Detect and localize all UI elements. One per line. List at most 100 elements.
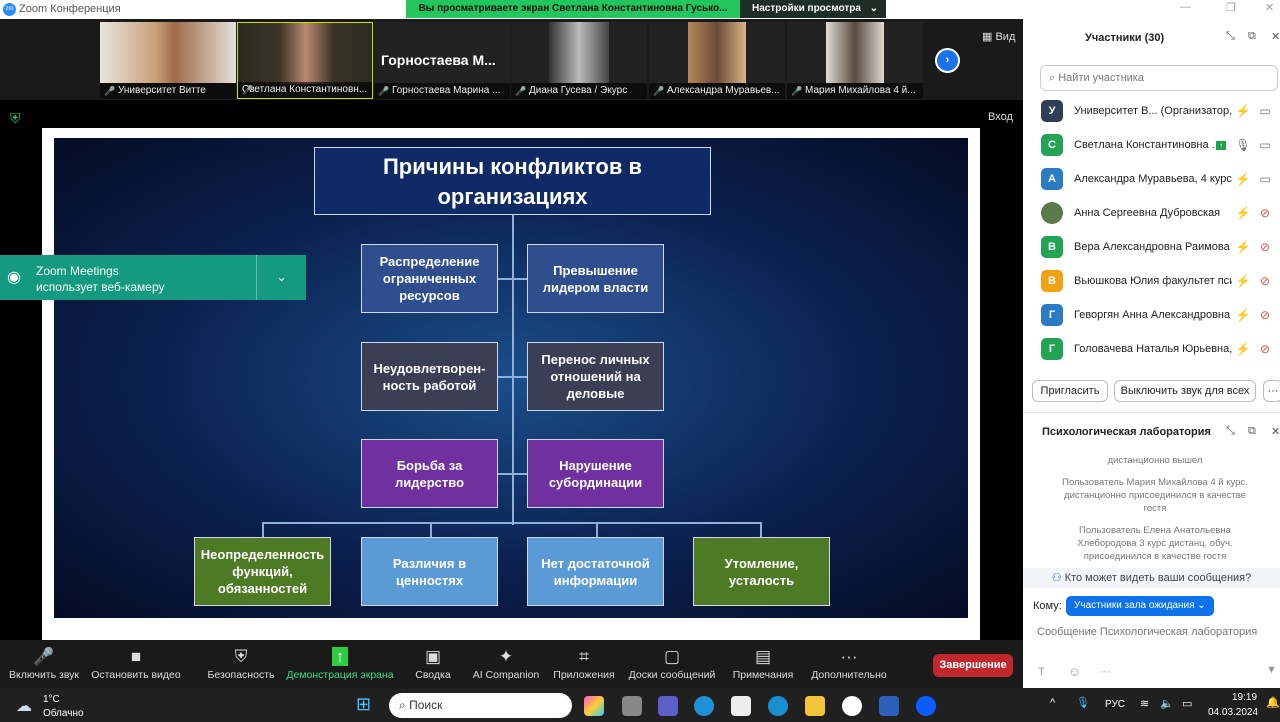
slide-title: Причины конфликтов в организациях — [314, 147, 711, 215]
cloud-icon: ☁ — [16, 698, 32, 715]
collapse-icon[interactable]: ⤡ — [1226, 30, 1235, 43]
view-settings-button[interactable]: Настройки просмотра ⌄ — [740, 0, 886, 18]
camera-icon[interactable]: ▭ — [1254, 138, 1276, 152]
maximize-button[interactable]: ❐ — [1226, 1, 1236, 14]
chat-input[interactable]: Сообщение Психологическая лаборатория — [1037, 626, 1272, 638]
notification-text: использует веб-камеру — [36, 280, 165, 294]
camera-off-icon[interactable]: ⊘ — [1254, 308, 1276, 322]
collapse-icon[interactable]: ⤡ — [1226, 425, 1235, 438]
participant-row[interactable]: С Светлана Константиновна ... ↑ 🎙 ▭ — [1041, 128, 1276, 162]
recipient-value: Участники зала ожидания — [1074, 600, 1195, 611]
volume-icon[interactable]: 🔈 — [1160, 697, 1174, 710]
participant-row[interactable]: Г Головачева Наталья Юрьевна, ... ⚡ ⊘ — [1041, 332, 1276, 366]
windows-start-icon[interactable]: ⊞ — [356, 694, 371, 715]
participant-row[interactable]: В Вера Александровна Раимова ... ⚡ ⊘ — [1041, 230, 1276, 264]
camera-icon[interactable]: ▭ — [1254, 172, 1276, 186]
clock-time[interactable]: 19:19 — [1232, 692, 1257, 703]
more-button[interactable]: ··· — [1263, 380, 1280, 402]
video-thumbnail[interactable]: Мария Михайлова 4 й... — [787, 22, 923, 99]
popout-icon[interactable]: ⧉ — [1248, 30, 1256, 43]
camera-off-icon[interactable]: ⊘ — [1254, 342, 1276, 356]
battery-icon[interactable]: ▭ — [1182, 697, 1192, 710]
copilot-icon[interactable] — [584, 696, 604, 716]
microphone-muted-icon[interactable]: ⚡ — [1232, 342, 1254, 356]
microphone-muted-icon[interactable]: ⚡ — [1232, 172, 1254, 186]
end-meeting-button[interactable]: Завершение — [933, 654, 1013, 677]
recipient-dropdown[interactable]: Участники зала ожидания ⌄ — [1066, 596, 1214, 616]
yandex-browser-icon[interactable] — [842, 696, 862, 716]
microphone-muted-icon[interactable]: ⚡ — [1232, 104, 1254, 118]
participant-name: Вера Александровна Раимова ... — [1074, 241, 1232, 253]
microphone-muted-icon[interactable]: ⚡ — [1232, 308, 1254, 322]
zoom-app-icon[interactable] — [916, 696, 936, 716]
camera-off-icon[interactable]: ⊘ — [1254, 240, 1276, 254]
help-icon[interactable] — [768, 696, 788, 716]
mute-all-button[interactable]: Выключить звук для всех — [1114, 380, 1256, 402]
camera-icon[interactable]: ▭ — [1254, 104, 1276, 118]
video-thumbnail[interactable]: Александра Муравьев... — [649, 22, 785, 99]
notification-title: Zoom Meetings — [36, 264, 119, 278]
chevron-up-icon[interactable]: ^ — [1050, 697, 1055, 709]
thumbnail-name: Университет Витте — [100, 83, 236, 99]
microphone-icon[interactable]: 🎙 — [1232, 138, 1254, 152]
clock-date[interactable]: 04.03.2024 — [1208, 707, 1258, 718]
format-icon[interactable]: T — [1038, 666, 1045, 678]
toolbar-button[interactable]: ··· Дополнительно — [794, 645, 904, 681]
close-icon[interactable]: ✕ — [1271, 30, 1280, 43]
emoji-icon[interactable]: ☺ — [1068, 664, 1081, 679]
minimize-button[interactable]: — — [1180, 1, 1191, 13]
video-thumbnail[interactable]: Горностаева М... Горностаева Марина ... — [374, 22, 510, 99]
language-indicator[interactable]: РУС — [1105, 699, 1125, 710]
camera-off-icon[interactable]: ⊘ — [1254, 274, 1276, 288]
microphone-muted-icon[interactable]: ⚡ — [1232, 274, 1254, 288]
teams-icon[interactable] — [658, 696, 678, 716]
file-explorer-icon[interactable] — [805, 696, 825, 716]
participant-row[interactable]: У Университет В... (Организатор, я) ⚡ ▭ — [1041, 94, 1276, 128]
chat-title: Психологическая лаборатория — [1042, 426, 1211, 438]
participant-search[interactable]: ⌕ Найти участника — [1040, 65, 1278, 91]
send-icon[interactable]: ▼ — [1266, 664, 1277, 676]
popout-icon[interactable]: ⧉ — [1248, 425, 1256, 438]
toolbar-button[interactable]: ⛨ Безопасность — [186, 645, 296, 681]
avatar: У — [1041, 100, 1063, 122]
toolbar-icon: ⛨ — [234, 647, 248, 666]
enter-button[interactable]: Вход — [988, 111, 1013, 123]
next-page-button[interactable]: › — [935, 48, 960, 73]
thumbnail-name: Светлана Константиновн... — [238, 82, 372, 98]
notification-bell-icon[interactable]: 🔔 — [1266, 696, 1280, 709]
participant-row[interactable]: А Александра Муравьева, 4 курс, ... ⚡ ▭ — [1041, 162, 1276, 196]
task-view-icon[interactable] — [622, 696, 642, 716]
participant-row[interactable]: Анна Сергеевна Дубровская ⚡ ⊘ — [1041, 196, 1276, 230]
store-icon[interactable] — [731, 696, 751, 716]
thumbnail-name: Мария Михайлова 4 й... — [787, 83, 923, 99]
slide-box: Нет достаточной информации — [527, 537, 664, 606]
edge-icon[interactable] — [694, 696, 714, 716]
screen-share-banner: Вы просматриваете экран Светлана Констан… — [406, 0, 740, 18]
video-thumbnail-active[interactable]: Светлана Константиновн... — [237, 22, 373, 99]
taskbar-search[interactable]: ⌕ Поиск — [389, 693, 572, 718]
invite-button[interactable]: Пригласить — [1032, 380, 1108, 402]
participant-row[interactable]: Г Геворгян Анна Александровна ⚡ ⊘ — [1041, 298, 1276, 332]
toolbar-button[interactable]: ■ Остановить видео — [81, 645, 191, 681]
video-thumbnail[interactable]: Университет Витте — [100, 22, 236, 99]
close-button[interactable]: ✕ — [1265, 1, 1274, 14]
wifi-icon[interactable]: ≋ — [1140, 697, 1149, 710]
screen-share-icon: ↑ — [1216, 140, 1226, 150]
view-button[interactable]: ▦ Вид — [982, 30, 1015, 43]
chevron-down-icon[interactable]: ⌄ — [256, 255, 306, 300]
slide-box: Различия в ценностях — [361, 537, 498, 606]
participant-row[interactable]: В Вьюшкова Юлия факультет пси... ⚡ ⊘ — [1041, 264, 1276, 298]
video-thumbnail[interactable]: Диана Гусева / Экурс — [511, 22, 647, 99]
thumbnail-big-name: Горностаева М... — [381, 52, 496, 68]
thumbnail-name: Диана Гусева / Экурс — [511, 83, 647, 99]
window-title: Zoom Конференция — [19, 3, 121, 15]
microphone-muted-icon[interactable]: ⚡ — [1232, 240, 1254, 254]
microphone-muted-icon[interactable]: ⚡ — [1232, 206, 1254, 220]
word-icon[interactable] — [879, 696, 899, 716]
more-icon[interactable]: ··· — [1100, 666, 1111, 678]
camera-notification[interactable]: ◉ Zoom Meetings использует веб-камеру ⌄ — [0, 255, 306, 300]
avatar: В — [1041, 236, 1063, 258]
camera-off-icon[interactable]: ⊘ — [1254, 206, 1276, 220]
who-can-see-link[interactable]: ⚇ Кто может видеть ваши сообщения? — [1023, 568, 1280, 588]
close-icon[interactable]: ✕ — [1271, 425, 1280, 438]
